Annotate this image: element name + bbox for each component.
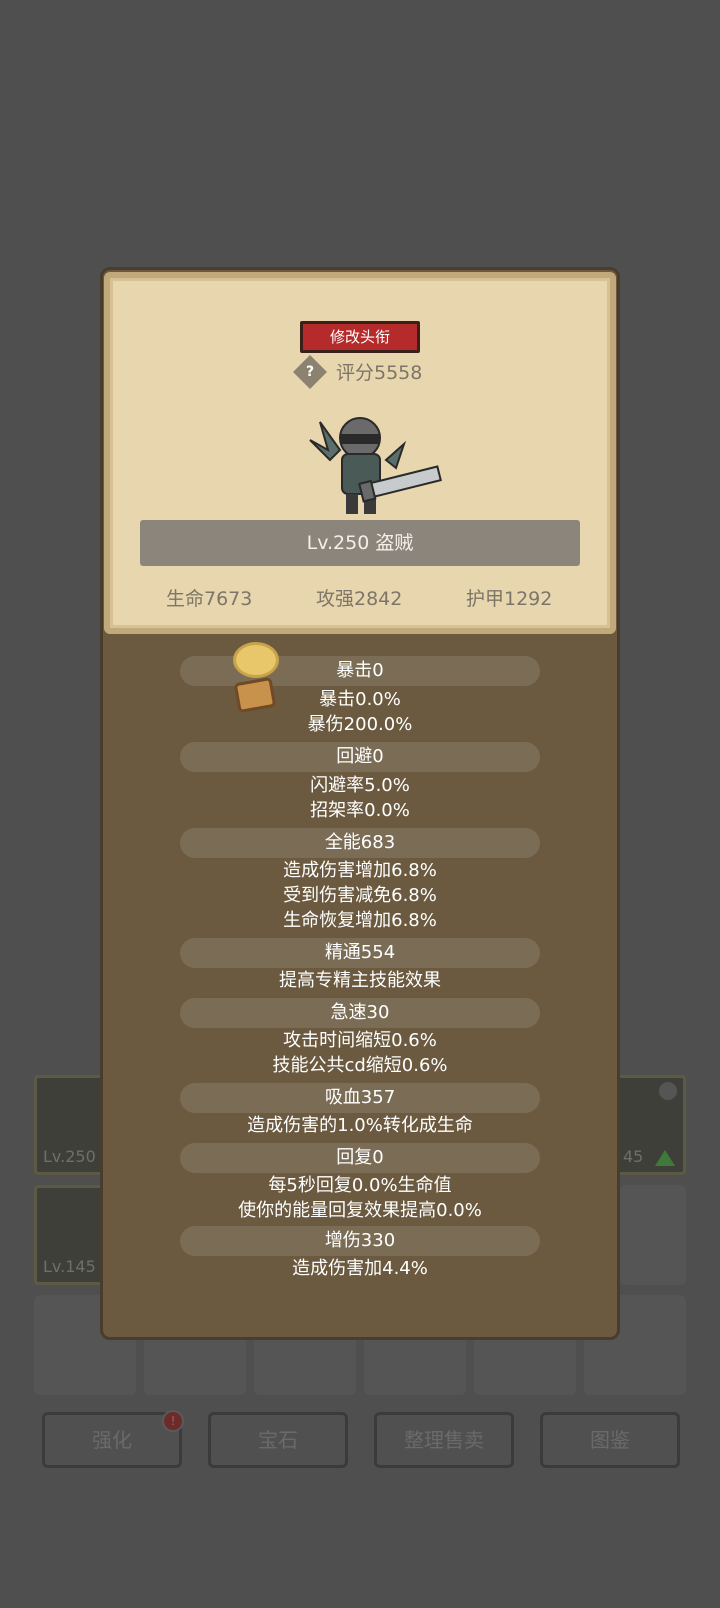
attribute-detail: 生命恢复增加6.8% — [283, 910, 437, 931]
help-icon[interactable]: ? — [293, 355, 327, 389]
sort-sell-button[interactable]: 整理售卖 — [374, 1412, 514, 1468]
attribute-versatility: 全能683 — [180, 828, 540, 858]
item-level: Lv.145 — [43, 1257, 96, 1276]
attribute-detail: 技能公共cd缩短0.6% — [272, 1055, 448, 1076]
score-label: 评分5558 — [336, 362, 423, 384]
inventory-item-2[interactable]: Lv.145 — [34, 1185, 104, 1285]
attribute-detail: 造成伤害增加6.8% — [283, 860, 437, 881]
attribute-detail: 造成伤害加4.4% — [292, 1258, 428, 1279]
attribute-damage-bonus: 增伤330 — [180, 1226, 540, 1256]
enhance-button[interactable]: 强化 — [42, 1412, 182, 1468]
attribute-detail: 每5秒回复0.0%生命值 — [268, 1175, 452, 1196]
inventory-item-1[interactable]: Lv.250 — [34, 1075, 104, 1175]
attribute-lifesteal: 吸血357 — [180, 1083, 540, 1113]
attribute-haste: 急速30 — [180, 998, 540, 1028]
item-level: Lv.250 — [43, 1147, 96, 1166]
collection-button[interactable]: 图鉴 — [540, 1412, 680, 1468]
edit-title-button[interactable]: 修改头衔 — [300, 321, 420, 353]
hero-level-class: Lv.250 盗贼 — [140, 520, 580, 566]
attribute-detail: 攻击时间缩短0.6% — [283, 1030, 437, 1051]
attribute-detail: 造成伤害的1.0%转化成生命 — [247, 1115, 473, 1136]
attribute-detail: 招架率0.0% — [310, 800, 410, 821]
gem-button[interactable]: 宝石 — [208, 1412, 348, 1468]
notification-badge: ! — [162, 1410, 184, 1432]
lock-icon — [659, 1082, 677, 1100]
attribute-detail: 暴击0.0% — [319, 689, 401, 710]
inventory-item-3[interactable]: 45 — [616, 1075, 686, 1175]
attribute-detail: 闪避率5.0% — [310, 775, 410, 796]
coin-icon[interactable] — [233, 642, 279, 678]
attribute-mastery: 精通554 — [180, 938, 540, 968]
inventory-slot[interactable] — [620, 1185, 686, 1285]
attribute-detail: 暴伤200.0% — [307, 714, 413, 735]
attack-stat: 攻强2842 — [316, 588, 403, 610]
attribute-regen: 回复0 — [180, 1143, 540, 1173]
attribute-detail: 受到伤害减免6.8% — [283, 885, 437, 906]
attribute-dodge: 回避0 — [180, 742, 540, 772]
hp-stat: 生命7673 — [166, 588, 253, 610]
hero-sprite — [309, 417, 442, 514]
upgrade-arrow-icon — [655, 1150, 675, 1166]
attribute-detail: 使你的能量回复效果提高0.0% — [238, 1200, 482, 1221]
item-level: 45 — [623, 1147, 644, 1166]
help-icon-glyph: ? — [305, 364, 315, 380]
armor-stat: 护甲1292 — [466, 588, 553, 610]
attribute-detail: 提高专精主技能效果 — [279, 970, 441, 991]
